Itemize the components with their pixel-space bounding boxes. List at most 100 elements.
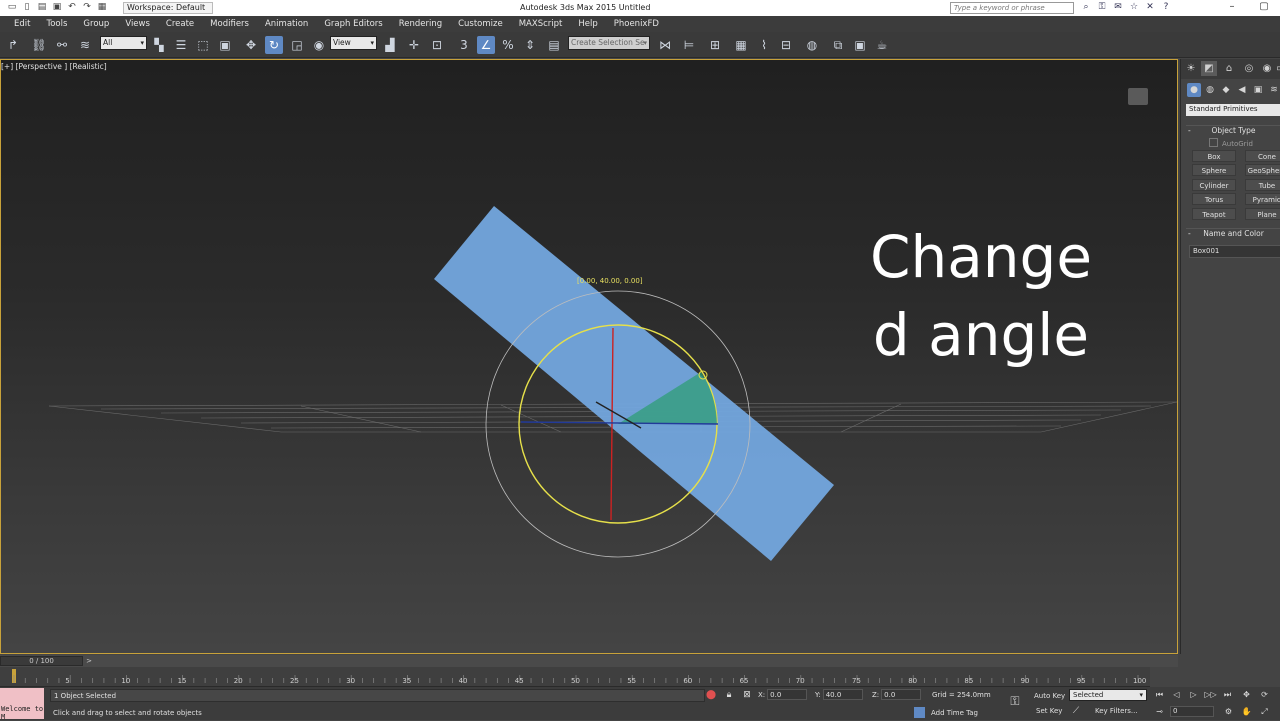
help-icon[interactable]: ? <box>1160 2 1172 13</box>
reference-coordinate-dropdown[interactable]: View <box>330 36 377 50</box>
selection-region-icon[interactable]: ⬚ <box>194 36 212 54</box>
maximize-icon[interactable]: ▢ <box>1248 0 1280 16</box>
time-slider-handle[interactable]: 0 / 100 > <box>0 656 92 666</box>
teapot-button[interactable]: Teapot <box>1192 208 1236 220</box>
menu-tools[interactable]: Tools <box>38 16 75 32</box>
scale-icon[interactable]: ◲ <box>288 36 306 54</box>
menu-group[interactable]: Group <box>75 16 117 32</box>
track-bar[interactable]: 5 10 15 20 25 30 35 40 45 50 55 60 65 70 75 80 85 90 95 100 <box>0 667 1150 687</box>
sun-icon[interactable]: ☀ <box>1183 61 1199 76</box>
menu-edit[interactable]: Edit <box>6 16 38 32</box>
box-button[interactable]: Box <box>1192 150 1236 162</box>
move-icon[interactable]: ✥ <box>242 36 260 54</box>
zoom-extents-icon[interactable]: ✥ <box>1240 689 1253 701</box>
menu-rendering[interactable]: Rendering <box>391 16 450 32</box>
orbit-icon[interactable]: ⟳ <box>1258 689 1271 701</box>
undo-icon[interactable]: ↶ <box>66 2 78 13</box>
render-production-icon[interactable]: ☕ <box>873 36 891 54</box>
edit-named-selection-icon[interactable]: ▤ <box>545 36 563 54</box>
tube-button[interactable]: Tube <box>1245 179 1280 191</box>
z-coordinate-field[interactable]: 0.0 <box>881 689 922 700</box>
link-icon[interactable]: ⛓ <box>30 36 48 54</box>
sphere-button[interactable]: Sphere <box>1192 164 1236 176</box>
hierarchy-tab-icon[interactable]: ◎ <box>1241 61 1257 76</box>
minimize-icon[interactable]: – <box>1216 0 1248 16</box>
set-key-icon[interactable]: ⚿ <box>1008 695 1022 708</box>
render-setup-icon[interactable]: ⧉ <box>829 36 847 54</box>
workspace-dropdown[interactable]: Workspace: Default <box>123 2 213 14</box>
autogrid-checkbox[interactable]: AutoGrid <box>1209 138 1253 148</box>
key-filters-button[interactable]: Key Filters... <box>1095 707 1138 715</box>
key-mode-toggle-icon[interactable]: ⊸ <box>1153 706 1166 718</box>
display-tab-icon[interactable]: ▭ <box>1273 61 1280 76</box>
plane-button[interactable]: Plane <box>1245 208 1280 220</box>
menu-modifiers[interactable]: Modifiers <box>202 16 257 32</box>
add-time-tag[interactable]: Add Time Tag <box>914 707 978 718</box>
y-coordinate-field[interactable]: 40.0 <box>822 689 863 700</box>
menu-phoenixfd[interactable]: PhoenixFD <box>606 16 667 32</box>
cone-button[interactable]: Cone <box>1245 150 1280 162</box>
rendered-frame-window-icon[interactable]: ▣ <box>851 36 869 54</box>
next-frame-arrow-icon[interactable]: > <box>86 657 92 666</box>
schematic-view-icon[interactable]: ⊟ <box>777 36 795 54</box>
set-key-button[interactable]: Set Key <box>1036 707 1062 715</box>
auto-key-button[interactable]: Auto Key <box>1034 692 1065 700</box>
menu-views[interactable]: Views <box>117 16 158 32</box>
previous-frame-icon[interactable]: ◁ <box>1170 689 1183 701</box>
go-to-start-icon[interactable]: ⏮ <box>1153 689 1166 701</box>
menu-animation[interactable]: Animation <box>257 16 316 32</box>
named-selection-dropdown[interactable]: Create Selection Se <box>568 36 650 50</box>
geometry-icon[interactable]: ● <box>1187 83 1201 97</box>
layer-manager-icon[interactable]: ▦ <box>732 36 750 54</box>
torus-button[interactable]: Torus <box>1192 193 1236 205</box>
shapes-icon[interactable]: ◍ <box>1203 83 1217 97</box>
communication-icon[interactable]: ✉ <box>1112 2 1124 13</box>
material-editor-icon[interactable]: ◍ <box>803 36 821 54</box>
x-coordinate-field[interactable]: 0.0 <box>767 689 808 700</box>
keyboard-shortcut-icon[interactable]: ⊡ <box>428 36 446 54</box>
lights-icon[interactable]: ◆ <box>1219 83 1233 97</box>
absolute-transform-icon[interactable]: ⊠ <box>740 689 754 702</box>
project-folder-icon[interactable]: ▦ <box>96 2 108 13</box>
helpers-icon[interactable]: ▣ <box>1251 83 1265 97</box>
select-by-name-icon[interactable]: ☰ <box>172 36 190 54</box>
favorites-icon[interactable]: ☆ <box>1128 2 1140 13</box>
object-name-field[interactable]: Box001 <box>1189 245 1280 258</box>
open-file-icon[interactable]: ▤ <box>36 2 48 13</box>
maxscript-listener[interactable]: Welcome to M <box>0 688 44 721</box>
angle-snap-icon[interactable]: ∠ <box>477 36 495 54</box>
redo-icon[interactable]: ↷ <box>81 2 93 13</box>
pyramid-button[interactable]: Pyramid <box>1245 193 1280 205</box>
snaps-toggle-icon[interactable]: 3 <box>455 36 473 54</box>
key-mode-dropdown[interactable]: Selected <box>1069 689 1147 701</box>
window-crossing-icon[interactable]: ▣ <box>216 36 234 54</box>
create-tab-icon[interactable]: ◩ <box>1201 61 1217 76</box>
cylinder-button[interactable]: Cylinder <box>1192 179 1236 191</box>
mirror-icon[interactable]: ⋈ <box>656 36 674 54</box>
menu-maxscript[interactable]: MAXScript <box>511 16 571 32</box>
time-config-icon[interactable]: ⚙ <box>1222 706 1235 718</box>
object-type-rollout[interactable]: - Object Type <box>1186 125 1280 136</box>
bind-spacewarp-icon[interactable]: ≋ <box>76 36 94 54</box>
place-icon[interactable]: ◉ <box>310 36 328 54</box>
cameras-icon[interactable]: ◀ <box>1235 83 1249 97</box>
go-to-end-icon[interactable]: ⏭ <box>1221 689 1234 701</box>
spinner-snap-icon[interactable]: ⇕ <box>521 36 539 54</box>
pan-icon[interactable]: ✋ <box>1240 706 1253 718</box>
save-icon[interactable]: ▣ <box>51 2 63 13</box>
menu-help[interactable]: Help <box>570 16 605 32</box>
curve-editor-icon[interactable]: ⌇ <box>755 36 773 54</box>
perspective-viewport[interactable]: [+] [Perspective ] [Realistic] [0.00, 40… <box>0 59 1178 654</box>
unlink-icon[interactable]: ⚯ <box>53 36 71 54</box>
app-menu-icon[interactable]: ▭ <box>6 2 18 13</box>
percent-snap-icon[interactable]: % <box>499 36 517 54</box>
next-frame-icon[interactable]: ▷▷ <box>1204 689 1217 701</box>
exchange-icon[interactable]: ✕ <box>1144 2 1156 13</box>
maximize-viewport-icon[interactable]: ⤢ <box>1258 706 1271 718</box>
key-filter-icon[interactable]: ⟋ <box>1069 705 1083 718</box>
menu-create[interactable]: Create <box>158 16 202 32</box>
subscription-icon[interactable]: ⚿ <box>1096 2 1108 13</box>
scene-explorer-icon[interactable]: ⊞ <box>706 36 724 54</box>
rotate-icon[interactable]: ↻ <box>265 36 283 54</box>
selection-lock-icon[interactable]: 🔒︎ <box>722 689 736 702</box>
